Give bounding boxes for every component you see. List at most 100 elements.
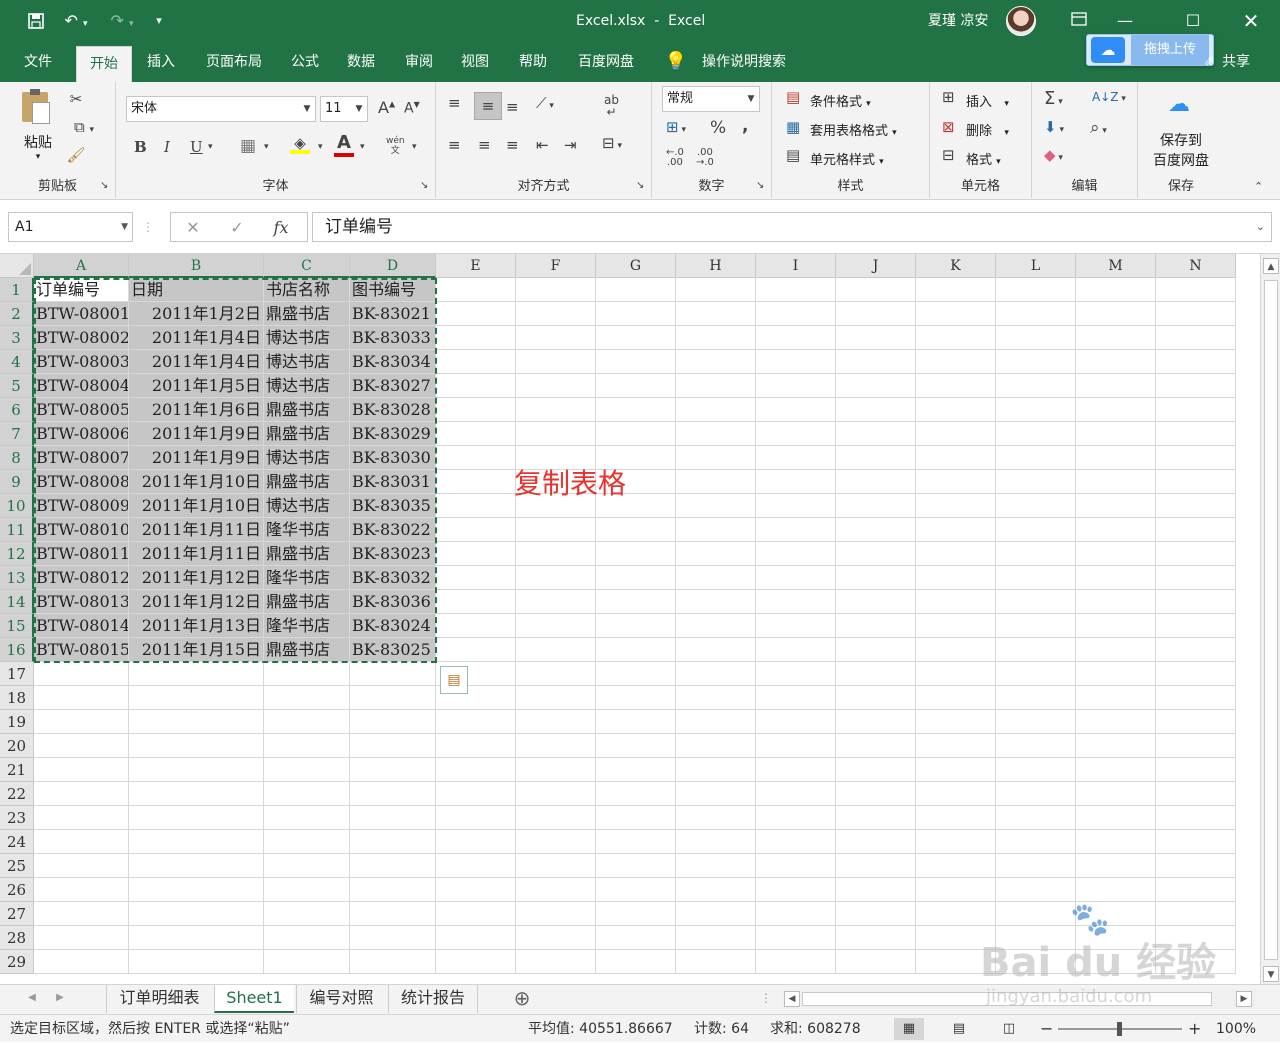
- scroll-up-icon[interactable]: ▲: [1263, 258, 1279, 274]
- user-name[interactable]: 夏瑾 凉安: [928, 0, 988, 42]
- cell-e5[interactable]: [436, 374, 516, 398]
- cell-j15[interactable]: [836, 614, 916, 638]
- cell-j11[interactable]: [836, 518, 916, 542]
- expand-formula-icon[interactable]: ⌄: [1256, 213, 1265, 241]
- page-break-view-icon[interactable]: ◫: [998, 1015, 1020, 1043]
- cell-k27[interactable]: [916, 902, 996, 926]
- cell-i1[interactable]: [756, 278, 836, 302]
- cell-m23[interactable]: [1076, 806, 1156, 830]
- confirm-entry-icon[interactable]: ✓: [219, 213, 255, 243]
- cell-e7[interactable]: [436, 422, 516, 446]
- cell-m15[interactable]: [1076, 614, 1156, 638]
- cell-i27[interactable]: [756, 902, 836, 926]
- cell-l4[interactable]: [996, 350, 1076, 374]
- cell-l26[interactable]: [996, 878, 1076, 902]
- column-header-c[interactable]: C: [264, 254, 350, 278]
- orientation-icon[interactable]: ⟋ ▾: [536, 94, 554, 112]
- cell-b9[interactable]: 2011年1月10日: [129, 470, 264, 494]
- name-box[interactable]: A1 ▼: [8, 212, 133, 242]
- cell-d13[interactable]: BK-83032: [350, 566, 436, 590]
- cell-a19[interactable]: [34, 710, 129, 734]
- cell-e28[interactable]: [436, 926, 516, 950]
- cell-g5[interactable]: [596, 374, 676, 398]
- cell-m24[interactable]: [1076, 830, 1156, 854]
- cell-l28[interactable]: [996, 926, 1076, 950]
- column-header-j[interactable]: J: [836, 254, 916, 278]
- cell-m21[interactable]: [1076, 758, 1156, 782]
- row-header-12[interactable]: 12: [0, 542, 34, 566]
- cell-f3[interactable]: [516, 326, 596, 350]
- share-button[interactable]: 共享: [1218, 42, 1254, 82]
- decrease-font-icon[interactable]: A▼: [404, 100, 420, 117]
- cell-styles-button[interactable]: 单元格样式 ▾: [810, 149, 884, 168]
- cell-m22[interactable]: [1076, 782, 1156, 806]
- cell-j8[interactable]: [836, 446, 916, 470]
- underline-dropdown-icon[interactable]: ▾: [208, 142, 213, 152]
- zoom-slider[interactable]: [1058, 1022, 1182, 1036]
- cell-b7[interactable]: 2011年1月9日: [129, 422, 264, 446]
- cell-b28[interactable]: [129, 926, 264, 950]
- cell-a25[interactable]: [34, 854, 129, 878]
- cell-e8[interactable]: [436, 446, 516, 470]
- cell-l2[interactable]: [996, 302, 1076, 326]
- conditional-formatting-button[interactable]: 条件格式 ▾: [810, 91, 871, 110]
- cell-k28[interactable]: [916, 926, 996, 950]
- cell-a12[interactable]: BTW-08011: [34, 542, 129, 566]
- cell-c26[interactable]: [264, 878, 350, 902]
- fill-color-icon[interactable]: ◈: [290, 134, 310, 154]
- customize-qat-icon[interactable]: ▾: [150, 0, 168, 42]
- align-right-icon[interactable]: ≡: [506, 136, 519, 154]
- cell-k14[interactable]: [916, 590, 996, 614]
- merge-center-icon[interactable]: ⊟ ▾: [602, 134, 622, 152]
- cell-j9[interactable]: [836, 470, 916, 494]
- cell-a26[interactable]: [34, 878, 129, 902]
- cell-j19[interactable]: [836, 710, 916, 734]
- cell-d14[interactable]: BK-83036: [350, 590, 436, 614]
- prev-sheet-icon[interactable]: ◀: [22, 985, 42, 1013]
- cell-a20[interactable]: [34, 734, 129, 758]
- cell-e23[interactable]: [436, 806, 516, 830]
- cell-e9[interactable]: [436, 470, 516, 494]
- copy-icon[interactable]: ⧉ ▾: [66, 118, 102, 136]
- row-header-11[interactable]: 11: [0, 518, 34, 542]
- cell-b20[interactable]: [129, 734, 264, 758]
- cell-f7[interactable]: [516, 422, 596, 446]
- cell-b4[interactable]: 2011年1月4日: [129, 350, 264, 374]
- cell-j7[interactable]: [836, 422, 916, 446]
- formula-input[interactable]: 订单编号 ⌄: [312, 212, 1272, 242]
- cell-h23[interactable]: [676, 806, 756, 830]
- currency-icon[interactable]: ⊞ ▾: [666, 118, 686, 136]
- alignment-launcher-icon[interactable]: ↘: [636, 180, 644, 191]
- align-bottom-icon[interactable]: ≡: [506, 98, 519, 116]
- cell-i5[interactable]: [756, 374, 836, 398]
- cell-b2[interactable]: 2011年1月2日: [129, 302, 264, 326]
- cell-d7[interactable]: BK-83029: [350, 422, 436, 446]
- cell-l9[interactable]: [996, 470, 1076, 494]
- scroll-left-icon[interactable]: ◀: [784, 991, 800, 1007]
- column-header-d[interactable]: D: [350, 254, 436, 278]
- row-header-21[interactable]: 21: [0, 758, 34, 782]
- zoom-in-icon[interactable]: +: [1188, 1015, 1201, 1043]
- row-header-10[interactable]: 10: [0, 494, 34, 518]
- cell-k2[interactable]: [916, 302, 996, 326]
- cell-n8[interactable]: [1156, 446, 1236, 470]
- cell-c19[interactable]: [264, 710, 350, 734]
- cell-b10[interactable]: 2011年1月10日: [129, 494, 264, 518]
- cell-h13[interactable]: [676, 566, 756, 590]
- cell-h27[interactable]: [676, 902, 756, 926]
- cell-e12[interactable]: [436, 542, 516, 566]
- cell-g4[interactable]: [596, 350, 676, 374]
- cell-n10[interactable]: [1156, 494, 1236, 518]
- cell-d19[interactable]: [350, 710, 436, 734]
- horizontal-scrollbar[interactable]: ◀ ▶: [782, 989, 1256, 1009]
- h-scroll-thumb[interactable]: [802, 992, 1212, 1006]
- align-top-icon[interactable]: ≡: [448, 94, 461, 112]
- tab-home[interactable]: 开始: [76, 46, 132, 82]
- cell-k6[interactable]: [916, 398, 996, 422]
- cell-a27[interactable]: [34, 902, 129, 926]
- cell-f24[interactable]: [516, 830, 596, 854]
- cell-b3[interactable]: 2011年1月4日: [129, 326, 264, 350]
- cell-e27[interactable]: [436, 902, 516, 926]
- cell-k29[interactable]: [916, 950, 996, 974]
- cell-c9[interactable]: 鼎盛书店: [264, 470, 350, 494]
